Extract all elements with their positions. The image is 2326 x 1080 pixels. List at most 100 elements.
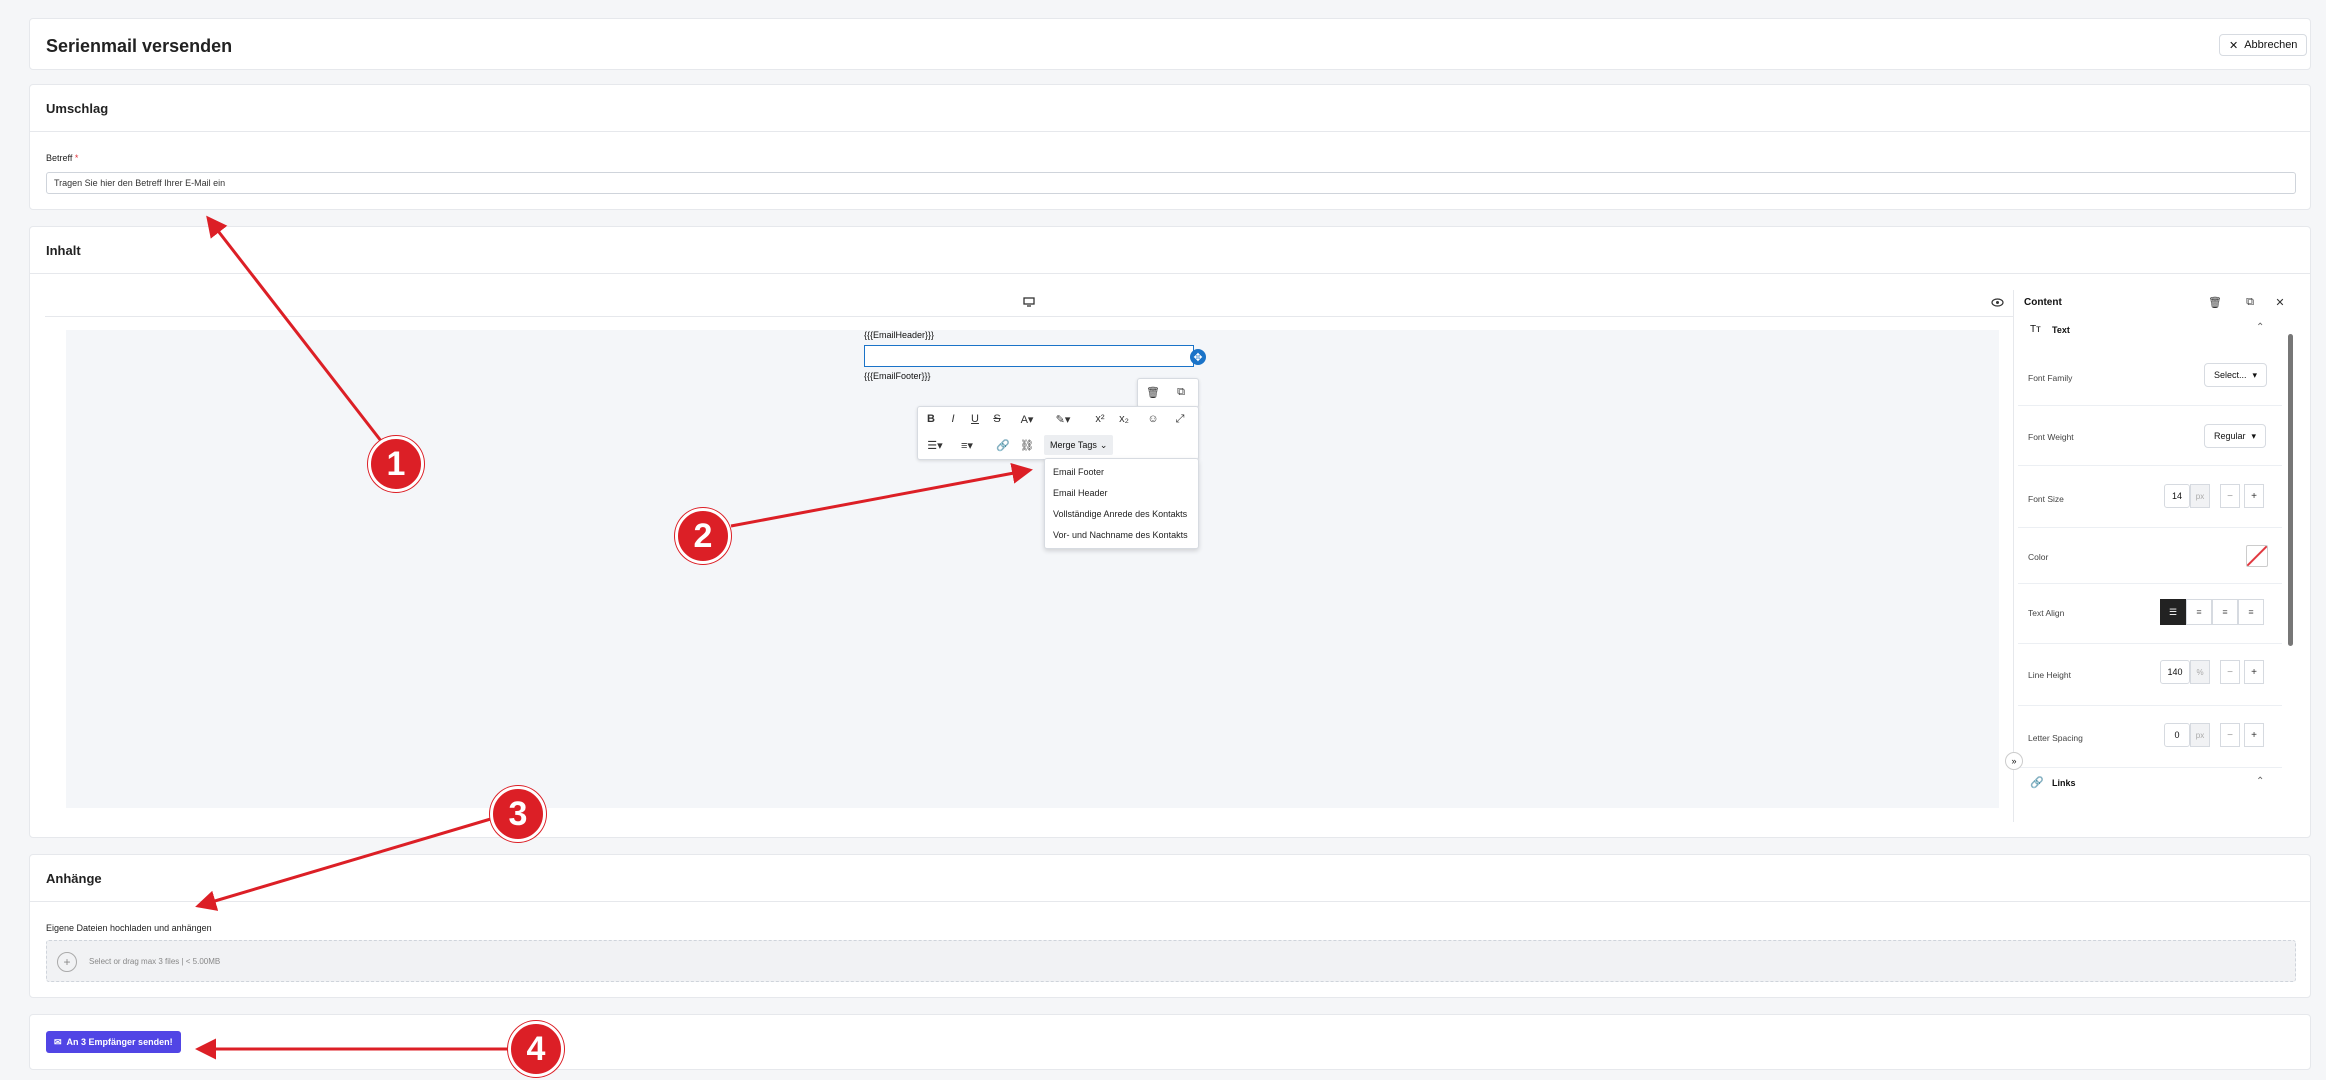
align-justify-button[interactable]: ≡: [2238, 599, 2264, 625]
text-color-icon[interactable]: A▾: [1017, 409, 1037, 429]
text-block-selected[interactable]: [864, 345, 1194, 367]
desktop-preview-icon[interactable]: [1019, 292, 1039, 312]
eye-icon[interactable]: [1987, 292, 2007, 312]
duplicate-icon[interactable]: ⧉: [2240, 292, 2260, 312]
mail-icon: ✉: [54, 1036, 62, 1047]
highlight-icon[interactable]: ✎▾: [1053, 409, 1073, 429]
bullet-list-icon[interactable]: ☰▾: [925, 435, 945, 455]
text-align-label: Text Align: [2028, 608, 2065, 618]
increment-button[interactable]: +: [2244, 660, 2264, 684]
upload-hint: Select or drag max 3 files | < 5.00MB: [89, 957, 221, 966]
add-file-icon[interactable]: +: [57, 952, 77, 972]
email-header-tag: {{{EmailHeader}}}: [864, 330, 935, 340]
collapse-panel-icon[interactable]: »: [2005, 752, 2023, 770]
divider: [2018, 405, 2282, 406]
upload-dropzone[interactable]: [46, 940, 2296, 982]
send-button-label: An 3 Empfänger senden!: [66, 1037, 173, 1047]
merge-tag-option[interactable]: Vor- und Nachname des Kontakts: [1053, 530, 1188, 540]
annotation-badge-3: 3: [490, 786, 546, 842]
align-left-button[interactable]: ☰: [2160, 599, 2186, 625]
panel-scrollbar[interactable]: [2288, 334, 2293, 646]
numbered-list-icon[interactable]: ≡▾: [957, 435, 977, 455]
chevron-up-icon[interactable]: ⌃: [2256, 322, 2264, 333]
merge-tag-option[interactable]: Vollständige Anrede des Kontakts: [1053, 509, 1187, 519]
font-size-unit: px: [2190, 484, 2210, 508]
decrement-button[interactable]: −: [2220, 660, 2240, 684]
annotation-badge-2: 2: [675, 508, 731, 564]
editor-canvas[interactable]: [66, 330, 1999, 808]
divider: [2018, 643, 2282, 644]
settings-panel: [2013, 290, 2014, 822]
attachments-title: Anhänge: [46, 871, 102, 886]
footer-card: ✉ An 3 Empfänger senden!: [29, 1014, 2311, 1070]
subject-input[interactable]: Tragen Sie hier den Betreff Ihrer E-Mail…: [46, 172, 2296, 194]
caret-icon: ▾: [2251, 430, 2257, 441]
page-title: Serienmail versenden: [46, 36, 233, 56]
letter-spacing-label: Letter Spacing: [2028, 733, 2083, 743]
letter-spacing-unit: px: [2190, 723, 2210, 747]
envelope-title: Umschlag: [46, 101, 109, 116]
font-size-label: Font Size: [2028, 494, 2064, 504]
clear-format-icon[interactable]: ⤢: [1170, 409, 1190, 429]
underline-icon[interactable]: U: [965, 409, 985, 429]
divider: [2018, 527, 2282, 528]
send-button[interactable]: ✉ An 3 Empfänger senden!: [46, 1031, 181, 1053]
envelope-card: Umschlag Betreff * Tragen Sie hier den B…: [29, 84, 2311, 210]
font-weight-label: Font Weight: [2028, 432, 2074, 442]
divider: [2018, 583, 2282, 584]
merge-tag-option[interactable]: Email Header: [1053, 488, 1108, 498]
drag-handle-icon[interactable]: ✥: [1190, 349, 1206, 365]
trash-icon[interactable]: 🗑: [2205, 292, 2225, 312]
chevron-up-icon[interactable]: ⌃: [2256, 776, 2264, 787]
chevron-down-icon: ⌄: [1099, 439, 1108, 450]
email-footer-tag: {{{EmailFooter}}}: [864, 371, 931, 381]
cancel-button[interactable]: ✕ Abbrechen: [2219, 34, 2308, 56]
superscript-icon[interactable]: x²: [1090, 409, 1110, 429]
caret-icon: ▾: [2252, 369, 2258, 380]
trash-icon[interactable]: 🗑: [1143, 382, 1163, 402]
duplicate-icon[interactable]: ⧉: [1171, 382, 1191, 402]
text-section-icon: Tт: [2030, 324, 2041, 335]
letter-spacing-input[interactable]: 0: [2164, 723, 2190, 747]
subscript-icon[interactable]: x₂: [1114, 409, 1134, 429]
divider: [30, 273, 2310, 274]
font-family-select[interactable]: Select... ▾: [2204, 363, 2268, 387]
divider: [2018, 767, 2282, 768]
cancel-button-label: Abbrechen: [2244, 39, 2298, 51]
line-height-input[interactable]: 140: [2160, 660, 2190, 684]
merge-tags-button[interactable]: Merge Tags ⌄: [1044, 435, 1114, 455]
subject-label: Betreff *: [46, 153, 79, 163]
upload-label: Eigene Dateien hochladen und anhängen: [46, 923, 212, 933]
unlink-icon[interactable]: ⛓: [1017, 435, 1037, 455]
increment-button[interactable]: +: [2244, 484, 2264, 508]
color-swatch[interactable]: [2246, 545, 2268, 567]
font-weight-select[interactable]: Regular ▾: [2204, 424, 2267, 448]
strikethrough-icon[interactable]: S: [987, 409, 1007, 429]
italic-icon[interactable]: I: [943, 409, 963, 429]
divider: [30, 901, 2310, 902]
merge-tags-label: Merge Tags: [1050, 440, 1097, 450]
divider: [2018, 705, 2282, 706]
decrement-button[interactable]: −: [2220, 484, 2240, 508]
link-icon[interactable]: 🔗: [993, 435, 1013, 455]
increment-button[interactable]: +: [2244, 723, 2264, 747]
merge-tag-option[interactable]: Email Footer: [1053, 467, 1104, 477]
font-size-input[interactable]: 14: [2164, 484, 2190, 508]
divider: [30, 131, 2310, 132]
annotation-badge-1: 1: [368, 436, 424, 492]
line-height-unit: %: [2190, 660, 2210, 684]
links-icon: 🔗: [2030, 777, 2044, 789]
emoji-icon[interactable]: ☺: [1143, 409, 1163, 429]
align-right-button[interactable]: ≡: [2212, 599, 2238, 625]
decrement-button[interactable]: −: [2220, 723, 2240, 747]
links-section-title: Links: [2052, 778, 2076, 788]
content-title: Inhalt: [46, 243, 81, 258]
font-family-label: Font Family: [2028, 373, 2073, 383]
close-icon[interactable]: ✕: [2270, 292, 2290, 312]
attachments-card: Anhänge Eigene Dateien hochladen und anh…: [29, 854, 2311, 998]
close-icon: ✕: [2229, 39, 2239, 52]
align-center-button[interactable]: ≡: [2186, 599, 2212, 625]
bold-icon[interactable]: B: [921, 409, 941, 429]
header-card: Serienmail versenden ✕ Abbrechen: [29, 18, 2311, 70]
divider: [2018, 465, 2282, 466]
